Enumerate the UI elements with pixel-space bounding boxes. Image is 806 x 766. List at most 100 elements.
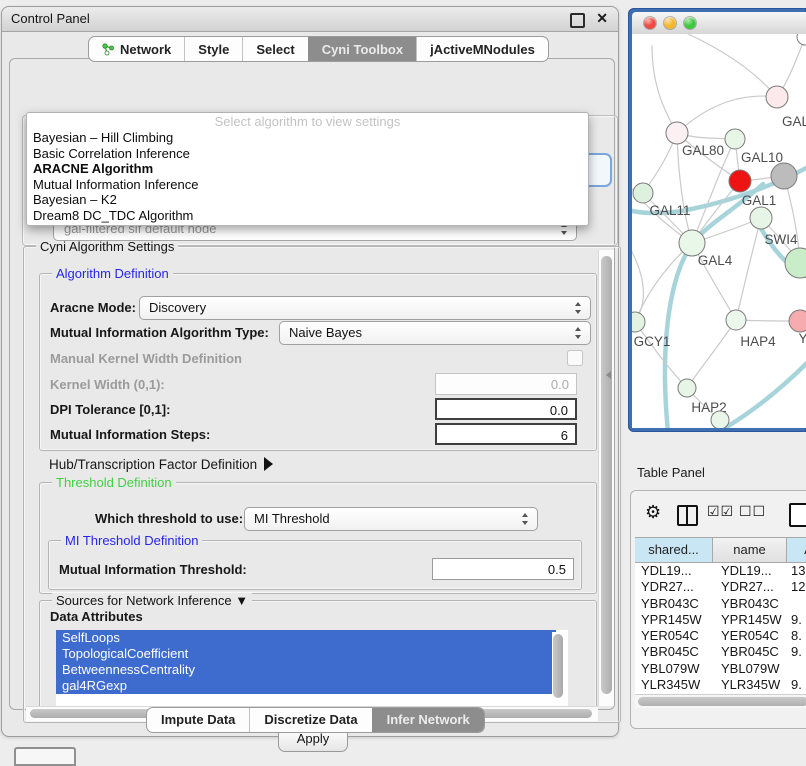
which-threshold-combobox[interactable]: MI Threshold	[244, 507, 538, 531]
table-row[interactable]: YBL079WYBL079W	[635, 661, 806, 677]
attribute-list-item[interactable]: SelfLoops	[56, 630, 556, 646]
dropdown-option[interactable]: Mutual Information Inference	[27, 177, 588, 193]
data-attributes-label: Data Attributes	[50, 609, 143, 624]
gear-icon[interactable]: ⚙	[645, 502, 661, 523]
minimize-traffic-light-icon[interactable]	[664, 17, 676, 29]
threshold-definition-title: Threshold Definition	[52, 475, 176, 490]
column-header-shared...[interactable]: shared...	[635, 538, 713, 562]
mi-steps-field[interactable]: 6	[435, 423, 577, 445]
list-vertical-scrollbar[interactable]	[552, 632, 564, 706]
table-row[interactable]: YER054CYER054C8.	[635, 628, 806, 644]
mi-type-combobox[interactable]: Naive Bayes	[279, 321, 591, 345]
node-hap4[interactable]	[726, 310, 746, 330]
tab-select[interactable]: Select	[242, 37, 307, 61]
table-cell	[787, 596, 806, 612]
dropdown-option[interactable]: ARACNE Algorithm	[27, 161, 588, 177]
table-cell: YBL079W	[635, 661, 713, 677]
network-edge[interactable]	[635, 322, 687, 388]
node-gal80[interactable]	[666, 122, 688, 144]
dropdown-option[interactable]: Bayesian – K2	[27, 192, 588, 208]
table-cell: YDL19...	[635, 563, 713, 579]
node-gal11[interactable]	[633, 183, 653, 203]
network-icon	[102, 43, 115, 56]
attribute-list-item[interactable]: gal4RGexp	[56, 678, 556, 694]
node-swi4-label: SWI4	[764, 232, 797, 247]
table-horizontal-scrollbar[interactable]	[635, 694, 806, 708]
splitter-handle[interactable]	[606, 371, 611, 379]
node-gray[interactable]	[771, 163, 797, 189]
tab-infer-network[interactable]: Infer Network	[372, 708, 484, 732]
node-swi4[interactable]	[750, 207, 772, 229]
scrollbar-thumb[interactable]	[601, 256, 612, 694]
export-table-icon[interactable]	[789, 503, 806, 527]
node-gcy1[interactable]	[632, 312, 645, 332]
table-row[interactable]: YDL19...YDL19...13	[635, 563, 806, 579]
attribute-list-item[interactable]: BetweennessCentrality	[56, 662, 556, 678]
minimized-panel-fragment[interactable]	[14, 747, 76, 766]
node-gal11-label: GAL11	[649, 203, 690, 218]
table-panel: ⚙ ☑☑ ☐☐ shared...nameA YDL19...YDL19...1…	[630, 490, 806, 729]
manual-kernel-checkbox[interactable]	[567, 350, 583, 366]
node-bottom-partial[interactable]	[711, 411, 729, 428]
tab-cyni-toolbox[interactable]: Cyni Toolbox	[308, 37, 416, 61]
data-attributes-list[interactable]: SelfLoopsTopologicalCoefficientBetweenne…	[56, 630, 568, 708]
tab-jactivemnodules[interactable]: jActiveMNodules	[416, 37, 548, 61]
close-icon[interactable]: ✕	[596, 10, 608, 27]
scrollbar-thumb[interactable]	[638, 697, 806, 706]
table-row[interactable]: YPR145WYPR145W9.	[635, 612, 806, 628]
column-header-name[interactable]: name	[713, 538, 787, 562]
column-header-A[interactable]: A	[787, 538, 806, 562]
cyni-toolbox-panel: gal-filtered sif default node Select alg…	[9, 58, 615, 710]
aracne-mode-combobox[interactable]: Discovery	[139, 296, 591, 320]
tab-impute-data[interactable]: Impute Data	[147, 708, 249, 732]
zoom-traffic-light-icon[interactable]	[684, 17, 696, 29]
sources-group-title[interactable]: Sources for Network Inference ▼	[52, 593, 252, 608]
mi-threshold-field[interactable]: 0.5	[432, 558, 574, 580]
control-panel-titlebar[interactable]: Control Panel ✕	[2, 7, 618, 32]
table-row[interactable]: YBR045CYBR045C9.	[635, 644, 806, 660]
node-gal1[interactable]	[729, 170, 751, 192]
table-cell: 9.	[787, 644, 806, 660]
node-y-right[interactable]	[789, 310, 806, 332]
table-cell: 12	[787, 579, 806, 595]
hub-definition-expander[interactable]: Hub/Transcription Factor Definition	[49, 454, 273, 474]
dropdown-placeholder: Select algorithm to view settings	[27, 113, 588, 130]
scrollbar-thumb[interactable]	[553, 634, 563, 698]
table-cell: YBR043C	[713, 596, 787, 612]
network-edge[interactable]	[687, 320, 736, 388]
dropdown-option[interactable]: Bayesian – Hill Climbing	[27, 130, 588, 146]
node-gal10[interactable]	[725, 129, 745, 149]
settings-vertical-scrollbar[interactable]	[598, 250, 614, 706]
network-window-titlebar[interactable]	[632, 12, 806, 35]
table-panel-title: Table Panel	[637, 465, 705, 480]
tab-style[interactable]: Style	[184, 37, 242, 61]
network-edge[interactable]	[652, 46, 677, 133]
table-cell: YPR145W	[713, 612, 787, 628]
network-edge[interactable]	[688, 34, 777, 97]
network-edge[interactable]	[677, 96, 777, 133]
table-row[interactable]: YDR27...YDR27...12	[635, 579, 806, 595]
node-big-green[interactable]	[785, 248, 806, 278]
node-hap2[interactable]	[678, 379, 696, 397]
tab-network[interactable]: Network	[89, 37, 184, 61]
node-gal1-label: GAL1	[742, 193, 777, 208]
dpi-tolerance-field[interactable]: 0.0	[435, 398, 577, 420]
network-edge[interactable]	[736, 218, 761, 320]
node-top-partial[interactable]	[797, 34, 806, 45]
deselect-all-checkboxes-icon[interactable]: ☐☐	[739, 503, 766, 520]
tab-discretize-data[interactable]: Discretize Data	[249, 708, 371, 732]
float-window-icon[interactable]	[570, 13, 585, 28]
network-edge[interactable]	[718, 360, 806, 428]
network-edge[interactable]	[632, 244, 643, 322]
network-canvas[interactable]: GALGAL80GAL10GAL1GAL11SWI4GAL4GCY1HAP4YH…	[632, 34, 806, 428]
close-traffic-light-icon[interactable]	[644, 17, 656, 29]
table-row[interactable]: YLR345WYLR345W9.	[635, 677, 806, 693]
node-gal-right[interactable]	[766, 86, 788, 108]
select-all-checkboxes-icon[interactable]: ☑☑	[707, 503, 734, 520]
dropdown-option[interactable]: Dream8 DC_TDC Algorithm	[27, 208, 588, 224]
attribute-list-item[interactable]: TopologicalCoefficient	[56, 646, 556, 662]
split-columns-icon[interactable]	[677, 505, 698, 526]
dropdown-option[interactable]: Basic Correlation Inference	[27, 146, 588, 162]
kernel-width-field[interactable]: 0.0	[435, 373, 577, 395]
table-row[interactable]: YBR043CYBR043C	[635, 596, 806, 612]
